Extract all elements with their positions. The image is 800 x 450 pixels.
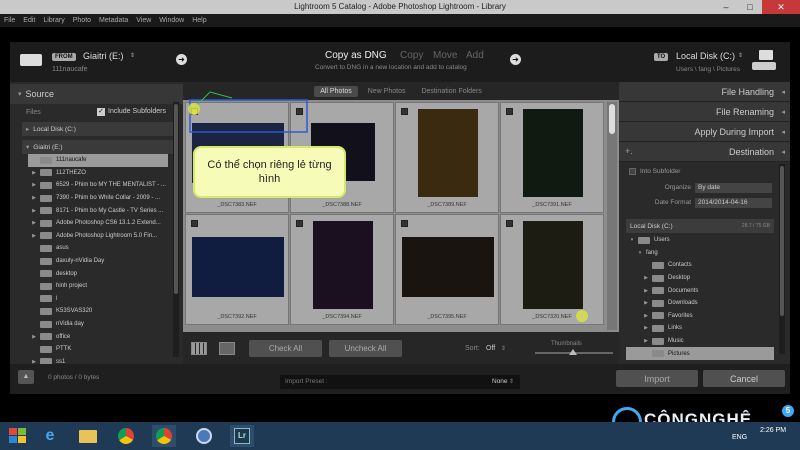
date-format-label: Date Format <box>654 199 691 206</box>
section-destination[interactable]: +. Destination <box>619 142 790 162</box>
file-explorer-icon[interactable] <box>76 425 100 447</box>
tree-row-users[interactable]: ▾ Users <box>626 234 774 247</box>
preset-dropdown-icon[interactable]: ⇕ <box>509 378 514 385</box>
tooltip-callout: Có thể chọn riêng lẻ từng hình <box>193 146 346 198</box>
destination-tree: ▾ Users ▾ fang Contacts ▶ Desktop ▶ Document… <box>626 234 774 360</box>
folder-label: fang <box>646 249 658 256</box>
import-preset-label: Import Preset : <box>285 378 328 385</box>
folder-label: Music <box>668 338 684 345</box>
folder-icon <box>652 312 664 320</box>
thumbnails-label: Thumbnails <box>551 341 583 347</box>
disk-size: 28.7 / 75 GB <box>741 223 770 229</box>
tree-row-fang[interactable]: ▾ fang <box>626 247 774 260</box>
windows-start-icon[interactable] <box>6 425 30 447</box>
cancel-button[interactable]: Cancel <box>703 370 785 387</box>
folder-label: Documents <box>668 287 699 294</box>
sort-value[interactable]: Off <box>486 345 495 352</box>
selection-rect <box>189 99 308 133</box>
grid-view-icon[interactable] <box>191 342 207 355</box>
tree-row[interactable]: ▶ Links <box>626 322 774 335</box>
chrome-icon[interactable] <box>114 425 138 447</box>
grid-toolbar: Check All Uncheck All Sort: Off ⇕ Thumbn… <box>183 332 619 364</box>
language-indicator[interactable]: ENG <box>732 434 747 441</box>
section-file-handling[interactable]: File Handling <box>619 82 790 102</box>
folder-label: Pictures <box>668 350 690 357</box>
folder-label: Desktop <box>668 275 691 282</box>
collapse-footer-icon[interactable]: ▲ <box>18 370 34 384</box>
right-scrollbar[interactable] <box>779 164 785 354</box>
folder-label: Links <box>668 325 683 332</box>
tree-row[interactable]: Contacts <box>626 259 774 272</box>
cursor-highlight <box>576 310 588 322</box>
organize-select[interactable]: By date <box>695 183 772 193</box>
sort-label: Sort: <box>465 345 480 352</box>
clock[interactable]: 2:26 PM <box>760 427 786 434</box>
folder-label: Downloads <box>668 300 698 307</box>
date-format-select[interactable]: 2014/2014-04-16 <box>695 198 772 208</box>
thunderbird-icon[interactable] <box>192 425 216 447</box>
annotation-line <box>196 91 233 106</box>
folder-icon <box>652 337 664 345</box>
cursor-highlight <box>188 103 200 115</box>
folder-label: Favorites <box>668 312 693 319</box>
import-preset-bar[interactable]: Import Preset : None ⇕ <box>280 375 520 389</box>
folder-icon <box>652 274 664 282</box>
tree-row[interactable]: ▶ Desktop <box>626 272 774 285</box>
into-subfolder-label: Into Subfolder <box>640 168 681 175</box>
tree-row[interactable]: ▶ Favorites <box>626 310 774 323</box>
folder-label: Contacts <box>668 262 692 269</box>
check-all-button[interactable]: Check All <box>249 340 322 357</box>
folder-icon <box>652 287 664 295</box>
loupe-view-icon[interactable] <box>219 342 235 355</box>
photo-count: 0 photos / 0 bytes <box>48 374 100 381</box>
internet-explorer-icon[interactable]: e <box>38 425 62 447</box>
section-file-renaming[interactable]: File Renaming <box>619 102 790 122</box>
folder-icon <box>652 299 664 307</box>
destination-disk-label: Local Disk (C:) <box>630 222 673 230</box>
import-footer: ▲ 0 photos / 0 bytes Import Preset : Non… <box>10 364 790 394</box>
uncheck-all-button[interactable]: Uncheck All <box>329 340 402 357</box>
options-panel: File Handling File Renaming Apply During… <box>619 82 790 364</box>
section-apply-during-import[interactable]: Apply During Import <box>619 122 790 142</box>
tree-row[interactable]: ▶ Downloads <box>626 297 774 310</box>
folder-label: Users <box>654 237 670 244</box>
sort-dropdown-icon[interactable]: ⇕ <box>501 345 506 352</box>
logo-number: 5 <box>782 405 794 417</box>
destination-disk-row[interactable]: Local Disk (C:) 28.7 / 75 GB <box>626 219 774 233</box>
tree-row[interactable]: ▶ Music <box>626 335 774 348</box>
tree-row[interactable]: ▶ Documents <box>626 284 774 297</box>
add-icon[interactable]: +. <box>625 146 633 156</box>
lightroom-icon[interactable]: Lr <box>230 425 254 447</box>
tree-row-selected[interactable]: ▾ Pictures <box>626 347 774 360</box>
import-button[interactable]: Import <box>616 370 698 387</box>
section-destination-label: Destination <box>728 146 774 157</box>
folder-icon <box>652 350 664 358</box>
into-subfolder-checkbox[interactable] <box>629 168 636 175</box>
organize-label: Organize <box>664 184 691 191</box>
folder-icon <box>638 236 650 244</box>
folder-icon <box>652 261 664 269</box>
folder-icon <box>652 324 664 332</box>
import-preset-value[interactable]: None <box>492 378 508 385</box>
slider-thumb[interactable] <box>569 349 577 355</box>
chrome-icon[interactable] <box>152 425 176 447</box>
